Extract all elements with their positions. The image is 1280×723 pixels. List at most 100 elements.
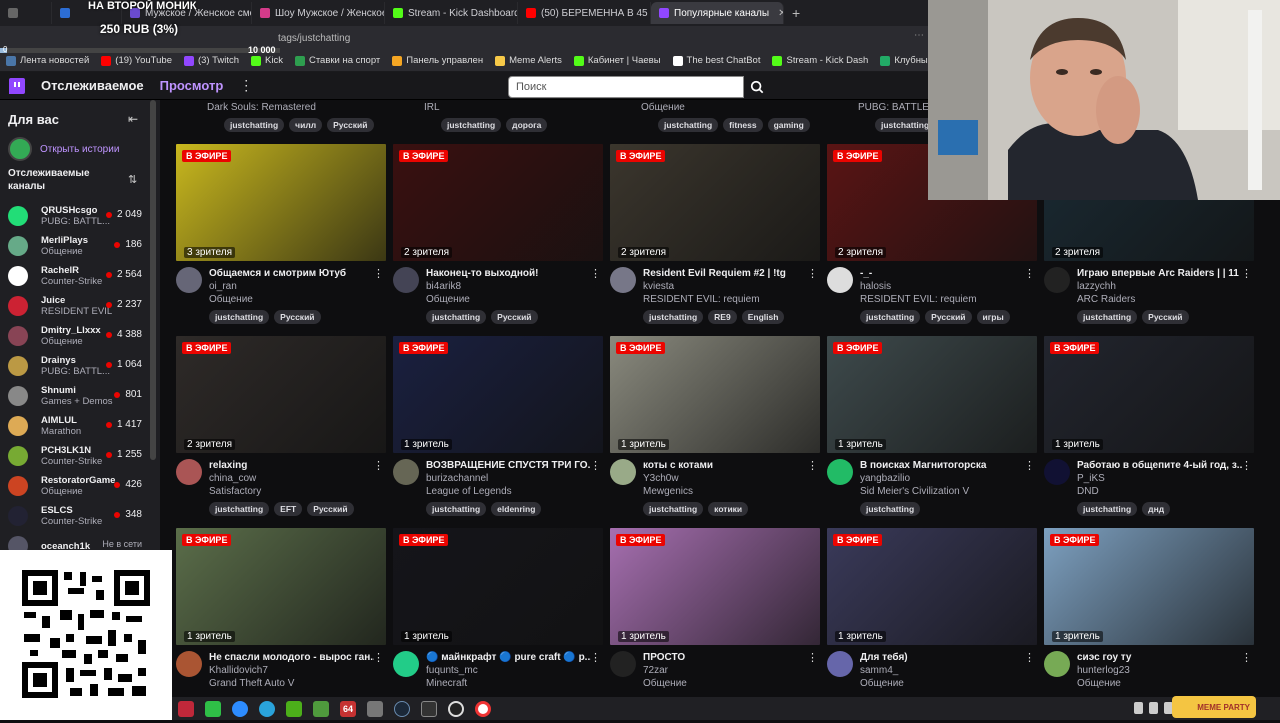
channel-name[interactable]: china_cow bbox=[209, 472, 374, 485]
stream-game[interactable]: Общение bbox=[1077, 677, 1242, 690]
more-options-icon[interactable]: ⋮ bbox=[807, 651, 818, 664]
stream-card[interactable]: В ЭФИРЕ 1 зритель ПРОСТО 72zar Общение ⋮ bbox=[610, 528, 820, 690]
tag-pill[interactable]: English bbox=[741, 310, 785, 324]
channel-avatar[interactable] bbox=[1044, 651, 1070, 677]
tag-pill[interactable]: Русский bbox=[925, 310, 972, 324]
channel-avatar[interactable] bbox=[176, 651, 202, 677]
stream-game[interactable]: League of Legends bbox=[426, 485, 591, 498]
stream-card[interactable]: В ЭФИРЕ 1 зритель 🔵 майнкрафт 🔵 pure craft… bbox=[393, 528, 603, 690]
stream-title[interactable]: сиэс гоу ту bbox=[1077, 651, 1242, 664]
tag-pill[interactable]: Русский bbox=[274, 310, 321, 324]
stream-title[interactable]: ПРОСТО bbox=[643, 651, 808, 664]
bookmark-item[interactable]: Meme Alerts bbox=[489, 55, 568, 66]
stream-title[interactable]: Играю впервые Arc Raiders | | 11 ... bbox=[1077, 267, 1242, 280]
stream-title[interactable]: -_- bbox=[860, 267, 1025, 280]
channel-avatar[interactable] bbox=[610, 267, 636, 293]
browser-tab[interactable]: (50) БЕРЕМЕННА В 45 | 2 bbox=[518, 2, 651, 24]
channel-avatar[interactable] bbox=[1044, 267, 1070, 293]
tag-pill[interactable]: justchatting bbox=[860, 310, 921, 324]
stream-game[interactable]: IRL bbox=[424, 102, 440, 113]
more-options-icon[interactable]: ⋮ bbox=[373, 459, 384, 472]
tag-pill[interactable]: чилл bbox=[289, 118, 323, 132]
stream-game[interactable]: Общение bbox=[860, 677, 1025, 690]
app-icon[interactable] bbox=[421, 700, 437, 717]
channel-name[interactable]: bi4arik8 bbox=[426, 280, 591, 293]
tag-pill[interactable]: justchatting bbox=[426, 502, 487, 516]
search-input[interactable]: Поиск bbox=[508, 76, 744, 98]
stream-game[interactable]: Satisfactory bbox=[209, 485, 374, 498]
stream-title[interactable]: Наконец-то выходной! bbox=[426, 267, 591, 280]
stream-game[interactable]: RESIDENT EVIL: requiem bbox=[860, 293, 1025, 306]
stream-game[interactable]: PUBG: BATTLEG bbox=[858, 102, 937, 113]
stream-card[interactable]: В ЭФИРЕ 1 зритель Для тебя) samm4_ Общение ⋮ bbox=[827, 528, 1037, 690]
channel-avatar[interactable] bbox=[610, 459, 636, 485]
tag-pill[interactable]: Русский bbox=[327, 118, 374, 132]
channel-name[interactable]: kviesta bbox=[643, 280, 808, 293]
sidebar-channel-item[interactable]: Drainys PUBG: BATTL... 1 064 bbox=[0, 351, 160, 381]
stream-thumbnail[interactable]: В ЭФИРЕ 1 зритель bbox=[827, 336, 1037, 453]
stream-card[interactable]: В ЭФИРЕ 1 зритель сиэс гоу ту hunterlog23 Об… bbox=[1044, 528, 1254, 690]
stream-thumbnail[interactable]: В ЭФИРЕ 1 зритель bbox=[610, 336, 820, 453]
channel-avatar[interactable] bbox=[393, 267, 419, 293]
sidebar-channel-item[interactable]: RachelR Counter-Strike 2 564 bbox=[0, 261, 160, 291]
stream-game[interactable]: Общение bbox=[641, 102, 685, 113]
tag-pill[interactable]: дорога bbox=[506, 118, 548, 132]
stream-title[interactable]: Для тебя) bbox=[860, 651, 1025, 664]
nav-more-icon[interactable]: ⋮ bbox=[239, 77, 253, 94]
stream-title[interactable]: relaxing bbox=[209, 459, 374, 472]
tag-pill[interactable]: котики bbox=[708, 502, 749, 516]
tray-icon[interactable] bbox=[1149, 702, 1158, 714]
more-options-icon[interactable]: ⋮ bbox=[1241, 459, 1252, 472]
tag-pill[interactable]: justchatting bbox=[209, 310, 270, 324]
stream-card[interactable]: В ЭФИРЕ 2 зрителя relaxing china_cow Satisfa… bbox=[176, 336, 386, 516]
nvidia-icon[interactable] bbox=[286, 700, 302, 717]
channel-avatar[interactable] bbox=[176, 267, 202, 293]
nav-following[interactable]: Отслеживаемое bbox=[41, 78, 144, 93]
more-options-icon[interactable]: ⋮ bbox=[1024, 267, 1035, 280]
stream-card[interactable]: В ЭФИРЕ 1 зритель коты с котами Y3ch0w Mewge… bbox=[610, 336, 820, 516]
browser-tab-active[interactable]: Популярные каналы✕ bbox=[651, 2, 784, 24]
stream-card[interactable]: В ЭФИРЕ 2 зрителя Resident Evil Requiem #2… bbox=[610, 144, 820, 324]
bookmark-item[interactable]: Stream - Kick Dash bbox=[766, 55, 874, 66]
tag-pill[interactable]: eldenring bbox=[491, 502, 542, 516]
channel-name[interactable]: oi_ran bbox=[209, 280, 374, 293]
stream-card[interactable]: В ЭФИРЕ 3 зрителя Общаемся и смотрим Ютуб o… bbox=[176, 144, 386, 324]
tag-pill[interactable]: justchatting bbox=[643, 502, 704, 516]
zoom-icon[interactable] bbox=[232, 700, 248, 717]
obs-icon[interactable] bbox=[448, 700, 464, 717]
collapse-sidebar-icon[interactable]: ⇤ bbox=[128, 112, 138, 126]
more-icon[interactable]: ⋯ bbox=[914, 30, 924, 41]
tag-pill[interactable]: fitness bbox=[723, 118, 763, 132]
more-options-icon[interactable]: ⋮ bbox=[807, 267, 818, 280]
stream-title[interactable]: Работаю в общепите 4-ый год, з... bbox=[1077, 459, 1242, 472]
app-badge-icon[interactable]: 64 bbox=[340, 700, 356, 717]
channel-name[interactable]: lazzychh bbox=[1077, 280, 1242, 293]
stream-title[interactable]: Не спасли молодого - вырос ган... bbox=[209, 651, 374, 664]
stream-thumbnail[interactable]: В ЭФИРЕ 3 зрителя bbox=[176, 144, 386, 261]
sidebar-scrollbar[interactable] bbox=[150, 100, 156, 460]
sidebar-channel-item[interactable]: QRUSHcsgo PUBG: BATTL... 2 049 bbox=[0, 201, 160, 231]
more-options-icon[interactable]: ⋮ bbox=[373, 651, 384, 664]
stream-thumbnail[interactable]: В ЭФИРЕ 1 зритель bbox=[610, 528, 820, 645]
sidebar-channel-item[interactable]: PCH3LK1N Counter-Strike 1 255 bbox=[0, 441, 160, 471]
channel-avatar[interactable] bbox=[827, 459, 853, 485]
stream-title[interactable]: коты с котами bbox=[643, 459, 808, 472]
browser-tab[interactable]: Шоу Мужское / Женское bbox=[252, 2, 385, 24]
sidebar-channel-item[interactable]: oceanch1k Не в сети bbox=[0, 531, 160, 550]
stream-game[interactable]: Sid Meier's Civilization V bbox=[860, 485, 1025, 498]
stream-thumbnail[interactable]: В ЭФИРЕ 1 зритель bbox=[393, 336, 603, 453]
tag-pill[interactable]: justchatting bbox=[209, 502, 270, 516]
stream-card[interactable]: В ЭФИРЕ 1 зритель ВОЗВРАЩЕНИЕ СПУСТЯ ТРИ Г… bbox=[393, 336, 603, 516]
stream-title[interactable]: ВОЗВРАЩЕНИЕ СПУСТЯ ТРИ ГО... bbox=[426, 459, 591, 472]
stream-card[interactable]: В ЭФИРЕ 2 зрителя Наконец-то выходной! bi4a… bbox=[393, 144, 603, 324]
tag-pill[interactable]: justchatting bbox=[860, 502, 921, 516]
stream-card[interactable]: В ЭФИРЕ 1 зритель В поисках Магнитогорска y… bbox=[827, 336, 1037, 516]
stream-thumbnail[interactable]: В ЭФИРЕ 2 зрителя bbox=[176, 336, 386, 453]
tag-pill[interactable]: justchatting bbox=[426, 310, 487, 324]
stream-game[interactable]: Общение bbox=[209, 293, 374, 306]
app-icon[interactable] bbox=[178, 700, 194, 717]
more-options-icon[interactable]: ⋮ bbox=[590, 651, 601, 664]
sidebar-channel-item[interactable]: ESLCS Counter-Strike 348 bbox=[0, 501, 160, 531]
app-icon[interactable] bbox=[205, 700, 221, 717]
open-history-link[interactable]: Открыть истории bbox=[8, 137, 119, 161]
